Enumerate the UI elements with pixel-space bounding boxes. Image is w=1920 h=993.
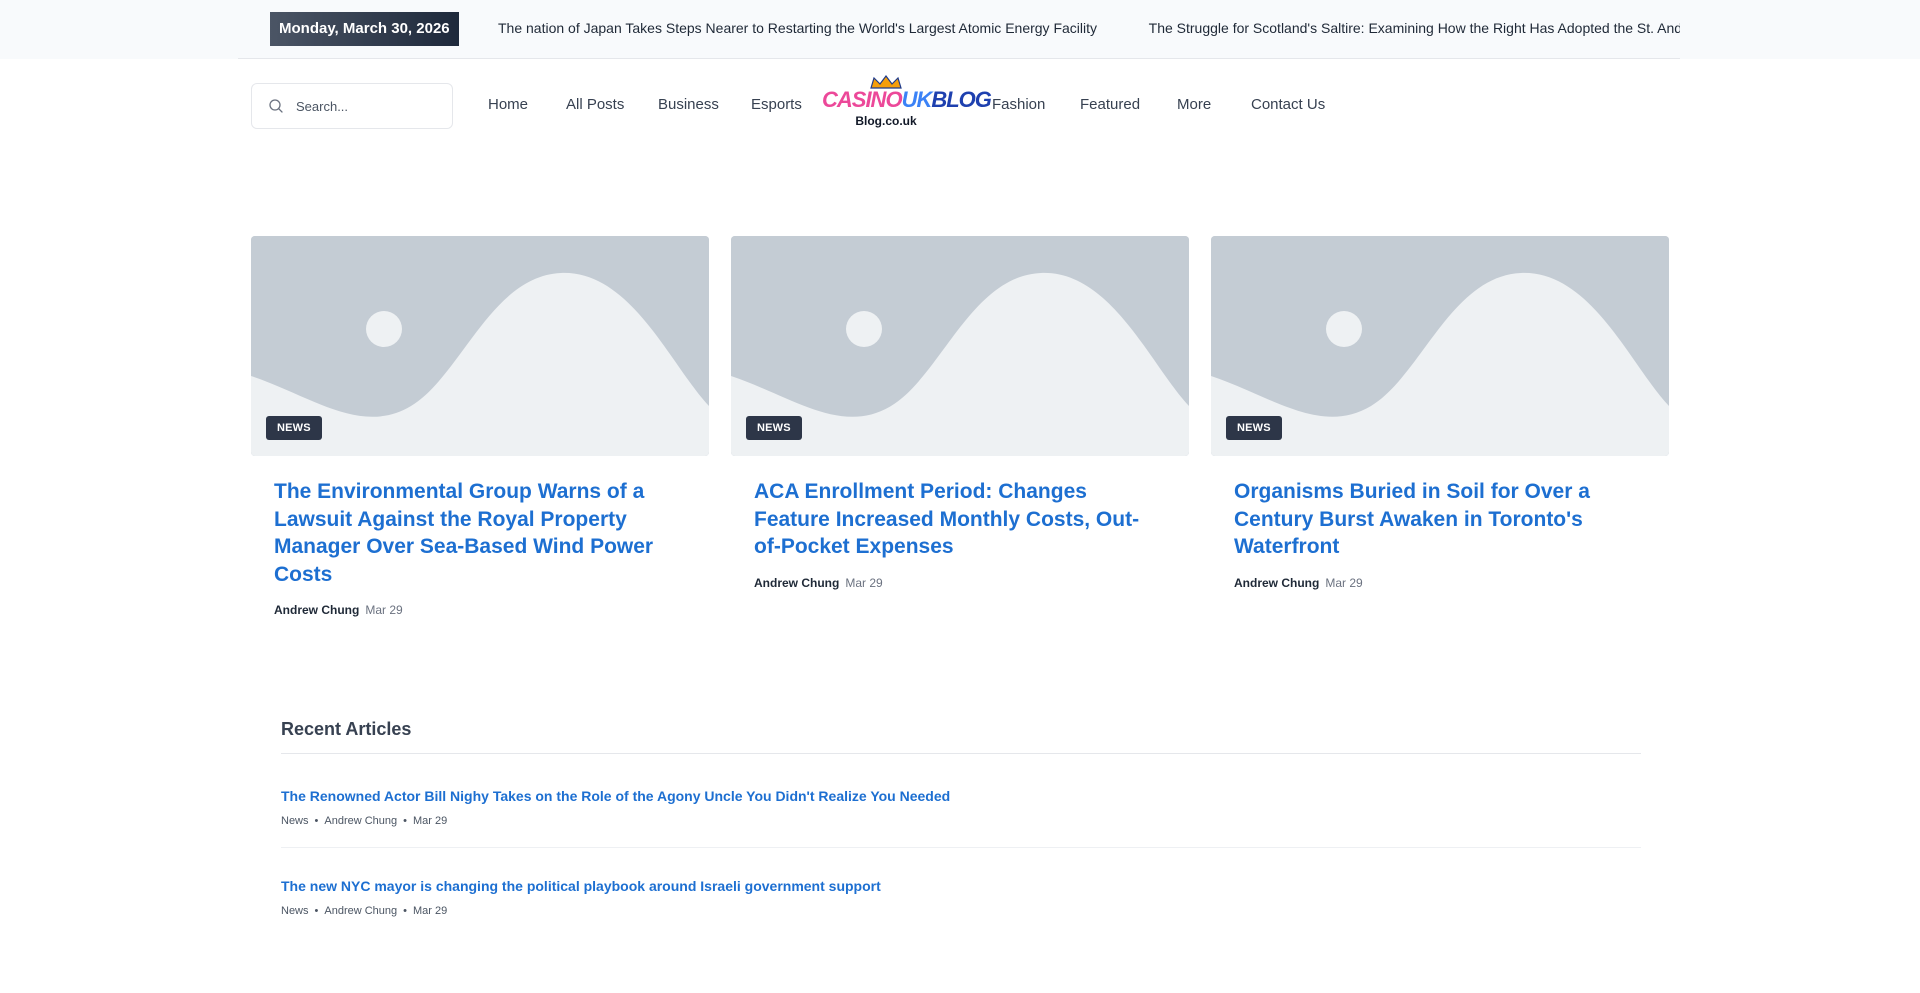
recent-author[interactable]: Andrew Chung	[324, 905, 397, 917]
logo-part-casino: CASINO	[822, 87, 903, 112]
card-date: Mar 29	[845, 576, 883, 590]
recent-date: Mar 29	[413, 815, 448, 827]
card-date: Mar 29	[1325, 576, 1363, 590]
card-meta: Andrew Chung Mar 29	[274, 603, 403, 617]
card-author[interactable]: Andrew Chung	[1234, 576, 1319, 590]
category-badge[interactable]: NEWS	[266, 416, 322, 440]
search-icon	[269, 99, 283, 113]
card-image[interactable]: NEWS	[251, 236, 709, 456]
divider	[281, 753, 1641, 754]
recent-article-title[interactable]: The Renowned Actor Bill Nighy Takes on t…	[281, 788, 950, 804]
recent-category[interactable]: News	[281, 905, 309, 917]
recent-author[interactable]: Andrew Chung	[324, 815, 397, 827]
card-meta: Andrew Chung Mar 29	[754, 576, 883, 590]
site-logo[interactable]: CASINOUKBLOG Blog.co.uk	[822, 74, 992, 132]
nav-featured[interactable]: Featured	[1080, 96, 1140, 114]
nav-all-posts[interactable]: All Posts	[566, 96, 624, 114]
card-image[interactable]: NEWS	[1211, 236, 1669, 456]
card-title[interactable]: ACA Enrollment Period: Changes Feature I…	[754, 478, 1154, 561]
card-date: Mar 29	[365, 603, 403, 617]
ticker-item[interactable]: The Struggle for Scotland's Saltire: Exa…	[1149, 20, 1680, 36]
recent-article-meta: News • Andrew Chung • Mar 29	[281, 815, 447, 827]
nav-fashion[interactable]: Fashion	[992, 96, 1045, 114]
top-bar: Monday, March 30, 2026 The nation of Jap…	[0, 0, 1920, 59]
article-card[interactable]: NEWS ACA Enrollment Period: Changes Feat…	[731, 236, 1189, 590]
meta-separator: •	[314, 815, 319, 827]
recent-article-title[interactable]: The new NYC mayor is changing the politi…	[281, 878, 881, 894]
logo-subtitle: Blog.co.uk	[855, 114, 917, 128]
article-card[interactable]: NEWS The Environmental Group Warns of a …	[251, 236, 709, 617]
meta-separator: •	[403, 815, 408, 827]
card-title[interactable]: The Environmental Group Warns of a Lawsu…	[274, 478, 674, 588]
meta-separator: •	[403, 905, 408, 917]
search-box[interactable]	[251, 83, 453, 129]
logo-wordmark: CASINOUKBLOG	[822, 87, 992, 112]
top-bar-inner: Monday, March 30, 2026 The nation of Jap…	[238, 0, 1680, 59]
nav-more[interactable]: More	[1177, 96, 1211, 114]
card-title[interactable]: Organisms Buried in Soil for Over a Cent…	[1234, 478, 1634, 561]
logo-part-uk: UK	[901, 87, 933, 112]
meta-separator: •	[314, 905, 319, 917]
news-ticker: The nation of Japan Takes Steps Nearer t…	[498, 0, 1680, 58]
recent-articles-heading: Recent Articles	[281, 719, 412, 739]
divider	[281, 847, 1641, 848]
recent-article-meta: News • Andrew Chung • Mar 29	[281, 905, 447, 917]
card-meta: Andrew Chung Mar 29	[1234, 576, 1363, 590]
recent-category[interactable]: News	[281, 815, 309, 827]
ticker-item[interactable]: The nation of Japan Takes Steps Nearer t…	[498, 20, 1097, 36]
card-author[interactable]: Andrew Chung	[754, 576, 839, 590]
nav-business[interactable]: Business	[658, 96, 719, 114]
article-card[interactable]: NEWS Organisms Buried in Soil for Over a…	[1211, 236, 1669, 590]
recent-date: Mar 29	[413, 905, 448, 917]
card-image[interactable]: NEWS	[731, 236, 1189, 456]
nav-contact[interactable]: Contact Us	[1251, 96, 1325, 114]
date-badge: Monday, March 30, 2026	[270, 12, 459, 46]
logo-part-blog: BLOG	[931, 87, 992, 112]
nav-esports[interactable]: Esports	[751, 96, 802, 114]
search-input[interactable]	[296, 84, 446, 128]
nav-home[interactable]: Home	[488, 96, 528, 114]
card-author[interactable]: Andrew Chung	[274, 603, 359, 617]
category-badge[interactable]: NEWS	[1226, 416, 1282, 440]
category-badge[interactable]: NEWS	[746, 416, 802, 440]
